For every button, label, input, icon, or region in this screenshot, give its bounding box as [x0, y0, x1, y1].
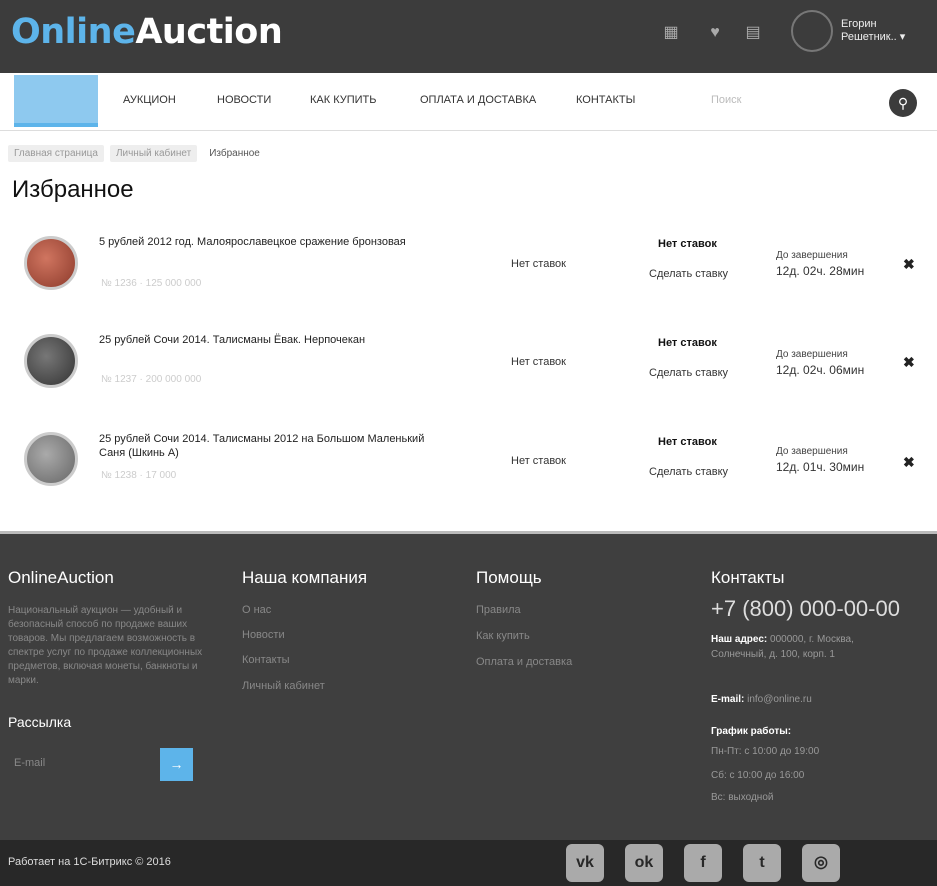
schedule-line: Вс: выходной — [711, 792, 774, 803]
phone-number[interactable]: +7 (800) 000-00-00 — [711, 596, 900, 622]
time-label: До завершения — [776, 250, 848, 261]
bid-count: Нет ставок — [511, 455, 566, 467]
coin-image[interactable] — [24, 334, 78, 388]
footer-link[interactable]: Оплата и доставка — [476, 656, 572, 668]
newsletter-title: Рассылка — [8, 714, 72, 730]
compare-icon[interactable]: ▦ — [658, 22, 684, 44]
lot-meta: № 1237 · 200 000 000 — [101, 374, 202, 385]
nav-home[interactable] — [14, 75, 98, 127]
bid-status: Нет ставок — [658, 436, 717, 448]
odnoklassniki-icon[interactable]: ok — [625, 844, 663, 882]
subscribe-button[interactable]: → — [160, 748, 193, 781]
nav-item-payment-delivery[interactable]: Оплата и доставка — [420, 94, 536, 106]
place-bid-link[interactable]: Сделать ставку — [649, 268, 728, 280]
footer-link[interactable]: Правила — [476, 604, 521, 616]
breadcrumb: Главная страница Личный кабинет Избранно… — [8, 145, 266, 162]
schedule-label: График работы: — [711, 726, 792, 737]
schedule-line: Сб: с 10:00 до 16:00 — [711, 770, 805, 781]
list-item: 25 рублей Сочи 2014. Талисманы Ёвак. Нер… — [0, 326, 937, 416]
search-input[interactable]: Поиск — [711, 94, 741, 106]
footer-link[interactable]: О нас — [242, 604, 271, 616]
lot-name[interactable]: 25 рублей Сочи 2014. Талисманы 2012 на Б… — [99, 432, 444, 460]
chevron-down-icon: ▾ — [899, 31, 906, 43]
coin-image[interactable] — [24, 236, 78, 290]
help-title: Помощь — [476, 568, 542, 587]
list-item: 25 рублей Сочи 2014. Талисманы 2012 на Б… — [0, 424, 937, 514]
instagram-icon[interactable]: ◎ — [802, 844, 840, 882]
bid-status: Нет ставок — [658, 238, 717, 250]
bid-count: Нет ставок — [511, 258, 566, 270]
address: Наш адрес: 000000, г. Москва, Солнечный,… — [711, 634, 854, 660]
breadcrumb-item[interactable]: Личный кабинет — [109, 145, 198, 162]
bottom-bar: Работает на 1С-Битрикс © 2016 vk ok f t … — [0, 840, 937, 886]
footer-about: Национальный аукцион — удобный и безопас… — [8, 605, 203, 686]
cart-icon[interactable]: ▤ — [740, 22, 766, 44]
remove-icon[interactable]: ✖ — [903, 256, 915, 273]
facebook-icon[interactable]: f — [684, 844, 722, 882]
email: E-mail: info@online.ru — [711, 694, 812, 705]
footer-link[interactable]: Контакты — [242, 654, 290, 666]
main-nav: Аукцион Новости Как купить Оплата и дост… — [0, 73, 937, 131]
user-name-last: Решетник.. ▾ — [841, 31, 906, 43]
nav-item-news[interactable]: Новости — [217, 94, 271, 106]
lot-name[interactable]: 25 рублей Сочи 2014. Талисманы Ёвак. Нер… — [99, 333, 444, 347]
schedule-line: Пн-Пт: с 10:00 до 19:00 — [711, 746, 820, 757]
user-menu[interactable]: Егорин Решетник.. ▾ — [791, 10, 905, 52]
footer-link[interactable]: Как купить — [476, 630, 530, 642]
lot-meta: № 1238 · 17 000 — [101, 470, 177, 481]
time-remaining: 12д. 02ч. 06мин — [776, 363, 865, 377]
email-link[interactable]: info@online.ru — [747, 694, 812, 705]
place-bid-link[interactable]: Сделать ставку — [649, 367, 728, 379]
twitter-icon[interactable]: t — [743, 844, 781, 882]
site-footer: OnlineAuction Национальный аукцион — удо… — [0, 531, 937, 840]
breadcrumb-current: Избранное — [209, 148, 260, 159]
remove-icon[interactable]: ✖ — [903, 354, 915, 371]
nav-item-contacts[interactable]: Контакты — [576, 94, 635, 106]
footer-link[interactable]: Новости — [242, 629, 285, 641]
footer-link[interactable]: Личный кабинет — [242, 680, 325, 692]
bid-count: Нет ставок — [511, 356, 566, 368]
lot-meta: № 1236 · 125 000 000 — [101, 278, 202, 289]
user-name-first: Егорин — [841, 18, 877, 30]
time-remaining: 12д. 02ч. 28мин — [776, 264, 865, 278]
place-bid-link[interactable]: Сделать ставку — [649, 466, 728, 478]
site-header: OnlineAuction ▦ ♥ ▤ Егорин Решетник.. ▾ — [0, 0, 937, 73]
search-icon[interactable]: ⚲ — [889, 89, 917, 117]
coin-image[interactable] — [24, 432, 78, 486]
avatar[interactable] — [791, 10, 833, 52]
time-label: До завершения — [776, 446, 848, 457]
time-remaining: 12д. 01ч. 30мин — [776, 460, 865, 474]
favorites-icon[interactable]: ♥ — [702, 22, 728, 44]
bid-status: Нет ставок — [658, 337, 717, 349]
list-item: 5 рублей 2012 год. Малоярославецкое сраж… — [0, 228, 937, 318]
vk-icon[interactable]: vk — [566, 844, 604, 882]
page-title: Избранное — [12, 176, 134, 203]
time-label: До завершения — [776, 349, 848, 360]
lot-name[interactable]: 5 рублей 2012 год. Малоярославецкое сраж… — [99, 235, 444, 249]
nav-item-how-to-buy[interactable]: Как купить — [310, 94, 376, 106]
footer-brand: OnlineAuction — [8, 568, 114, 587]
contacts-title: Контакты — [711, 568, 785, 587]
remove-icon[interactable]: ✖ — [903, 454, 915, 471]
nav-item-auction[interactable]: Аукцион — [123, 94, 176, 106]
logo[interactable]: OnlineAuction — [11, 12, 283, 52]
breadcrumb-item[interactable]: Главная страница — [8, 145, 104, 162]
newsletter-email-input[interactable]: E-mail — [8, 748, 160, 781]
copyright: Работает на 1С-Битрикс © 2016 — [8, 856, 171, 868]
company-title: Наша компания — [242, 568, 368, 587]
